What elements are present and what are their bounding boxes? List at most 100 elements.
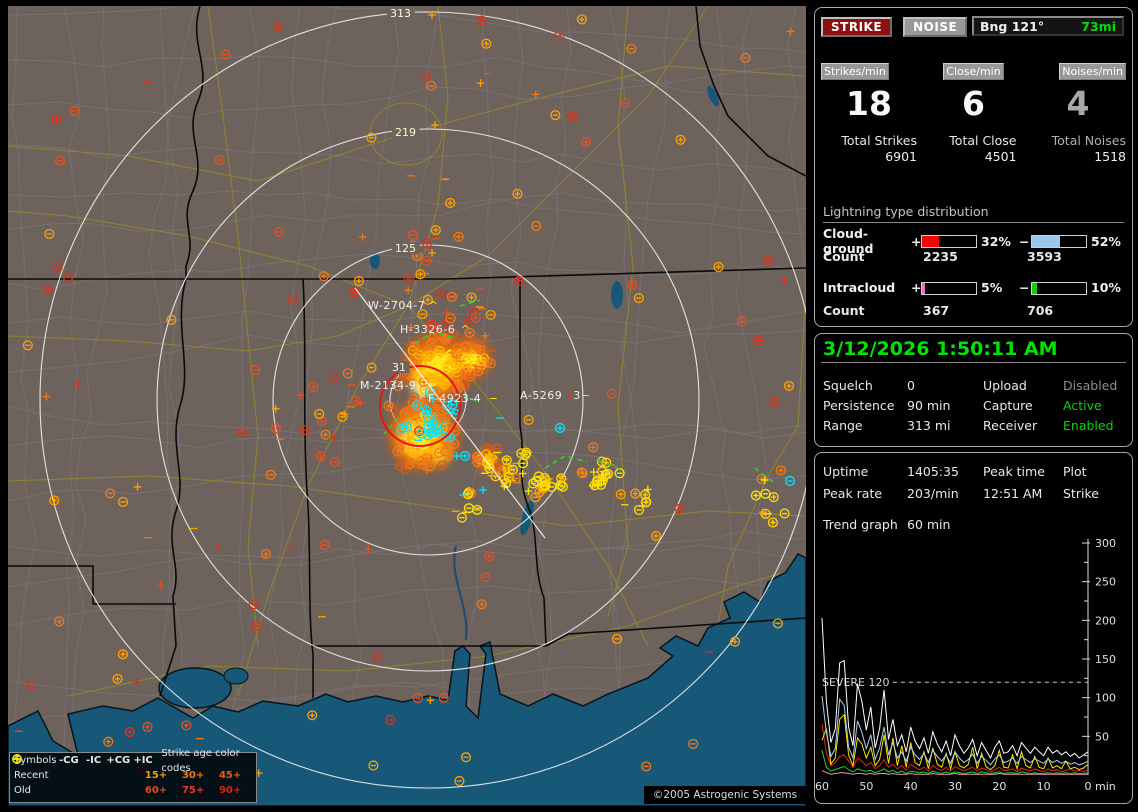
minus-sign: − bbox=[1019, 234, 1031, 249]
trend-graph: 300250200150100506050403020100minSEVERE … bbox=[815, 530, 1131, 800]
ic-plus-count: 367 bbox=[923, 303, 1027, 318]
cell-label: A-5269 bbox=[520, 389, 562, 402]
status-label2: Capture bbox=[983, 398, 1063, 413]
status-row: Persistence90 minCaptureActive bbox=[823, 398, 1133, 413]
total-close-value: 4501 bbox=[931, 149, 1017, 164]
ic-plus-bar bbox=[921, 282, 977, 295]
cg-minus-count: 3593 bbox=[1027, 249, 1062, 264]
status-value: 313 mi bbox=[907, 418, 983, 433]
intracloud-row: Intracloud + 5% − 10% bbox=[823, 280, 1129, 295]
strikes-per-min-value: 18 bbox=[846, 87, 892, 120]
axis-labels: 300250200150100506050403020100min bbox=[815, 537, 1116, 793]
copyright-text: ©2005 Astrogenic Systems bbox=[644, 786, 806, 804]
plus-sign: + bbox=[911, 234, 921, 249]
trend-series-lightblue bbox=[822, 696, 1088, 765]
map-canvas: 31321912531W-2704-7^H-3326-6^M-2134-9F-4… bbox=[8, 6, 806, 806]
y-tick-label: 300 bbox=[1095, 537, 1116, 550]
cell-label: 3 bbox=[573, 389, 581, 402]
status-value2: Active bbox=[1063, 398, 1133, 413]
plus-sign: + bbox=[911, 280, 921, 295]
status-value2: Disabled bbox=[1063, 378, 1133, 393]
close-per-min-chip[interactable]: Close/min bbox=[943, 63, 1003, 80]
noises-per-min-chip[interactable]: Noises/min bbox=[1059, 63, 1126, 80]
noises-per-min-value: 4 bbox=[1067, 87, 1090, 120]
status-value: 90 min bbox=[907, 398, 983, 413]
uptime-row: Peak rate203/min12:51 AMStrike bbox=[823, 486, 1133, 501]
x-tick-label: 0 bbox=[1085, 780, 1092, 793]
status-label2: Upload bbox=[983, 378, 1063, 393]
status-value: 0 bbox=[907, 378, 983, 393]
bearing-label: Bng 121° bbox=[980, 19, 1044, 34]
total-noises-label: Total Noises bbox=[1030, 133, 1126, 148]
age-code: 90+ bbox=[219, 783, 256, 798]
age-code: 45+ bbox=[219, 768, 256, 783]
axis-ticks bbox=[1082, 543, 1090, 756]
cg-plus-count: 2235 bbox=[923, 249, 1027, 264]
strikes-per-min-chip[interactable]: Strikes/min bbox=[821, 63, 889, 80]
ic-minus-count: 706 bbox=[1027, 303, 1053, 318]
map-legend: Symbols-CG-IC+CG+ICStrike age color code… bbox=[9, 752, 257, 803]
cg-minus-pct: 52% bbox=[1087, 234, 1129, 249]
severe-label: SEVERE 120 bbox=[822, 676, 890, 689]
bearing-box[interactable]: Bng 121° 73mi bbox=[972, 16, 1124, 36]
legend-row: Old60+75+90+ bbox=[10, 783, 256, 798]
status-label: Persistence bbox=[823, 398, 907, 413]
cell-label: M-2134-9 bbox=[360, 379, 416, 392]
status-value2: Enabled bbox=[1063, 418, 1133, 433]
x-tick-label: 20 bbox=[992, 780, 1006, 793]
age-code: 15+ bbox=[145, 768, 182, 783]
cell-label: W-2704-7 bbox=[368, 299, 425, 312]
close-per-min-value: 6 bbox=[962, 87, 985, 120]
total-strikes-value: 6901 bbox=[821, 149, 917, 164]
counters-panel: STRIKE NOISE Bng 121° 73mi Strikes/min C… bbox=[814, 7, 1133, 327]
status-panel: 3/12/2026 1:50:11 AM Squelch0UploadDisab… bbox=[814, 333, 1133, 447]
ring-label: 219 bbox=[395, 126, 416, 139]
status-row: Range313 miReceiverEnabled bbox=[823, 418, 1133, 433]
x-tick-label: 30 bbox=[948, 780, 962, 793]
x-tick-label: 40 bbox=[904, 780, 918, 793]
status-label2: Receiver bbox=[983, 418, 1063, 433]
status-row: Squelch0UploadDisabled bbox=[823, 378, 1133, 393]
age-code: 30+ bbox=[182, 768, 219, 783]
distribution-title: Lightning type distribution bbox=[823, 204, 1124, 223]
noise-button[interactable]: NOISE bbox=[903, 17, 967, 37]
cell-label: ^ bbox=[429, 299, 439, 312]
strike-button[interactable]: STRIKE bbox=[821, 17, 892, 37]
cg-plus-bar bbox=[921, 235, 977, 248]
ic-count-row: Count 367 706 bbox=[823, 303, 1053, 318]
datetime-display: 3/12/2026 1:50:11 AM bbox=[823, 338, 1058, 360]
total-strikes-label: Total Strikes bbox=[821, 133, 917, 148]
app-window: 31321912531W-2704-7^H-3326-6^M-2134-9F-4… bbox=[0, 0, 1138, 812]
uptime-row: Uptime1405:35Peak timePlot bbox=[823, 464, 1133, 479]
count-label: Count bbox=[823, 303, 923, 318]
age-code: 60+ bbox=[145, 783, 182, 798]
cell-label: ^ bbox=[461, 323, 471, 336]
bearing-distance: 73mi bbox=[1081, 19, 1116, 34]
y-tick-label: 250 bbox=[1095, 576, 1116, 589]
x-tick-label: 10 bbox=[1037, 780, 1051, 793]
ic-minus-bar bbox=[1031, 282, 1087, 295]
intracloud-label: Intracloud bbox=[823, 280, 911, 295]
total-noises-value: 1518 bbox=[1030, 149, 1126, 164]
status-label: Squelch bbox=[823, 378, 907, 393]
lightning-map[interactable]: 31321912531W-2704-7^H-3326-6^M-2134-9F-4… bbox=[8, 6, 806, 806]
ic-plus-pct: 5% bbox=[977, 280, 1019, 295]
legend-row: Recent15+30+45+ bbox=[10, 768, 256, 783]
cg-minus-bar bbox=[1031, 235, 1087, 248]
y-tick-label: 150 bbox=[1095, 653, 1116, 666]
ring-label: 125 bbox=[395, 242, 416, 255]
divider bbox=[821, 362, 1126, 363]
status-label: Range bbox=[823, 418, 907, 433]
age-code: 75+ bbox=[182, 783, 219, 798]
cg-count-row: Count 2235 3593 bbox=[823, 249, 1062, 264]
count-label: Count bbox=[823, 249, 923, 264]
cell-label: H-3326-6 bbox=[400, 323, 455, 336]
y-tick-label: 200 bbox=[1095, 614, 1116, 627]
total-close-label: Total Close bbox=[931, 133, 1017, 148]
y-tick-label: 100 bbox=[1095, 692, 1116, 705]
x-unit-label: min bbox=[1095, 780, 1116, 793]
ic-minus-pct: 10% bbox=[1087, 280, 1129, 295]
x-tick-label: 50 bbox=[859, 780, 873, 793]
cg-plus-pct: 32% bbox=[977, 234, 1019, 249]
x-tick-label: 60 bbox=[815, 780, 829, 793]
